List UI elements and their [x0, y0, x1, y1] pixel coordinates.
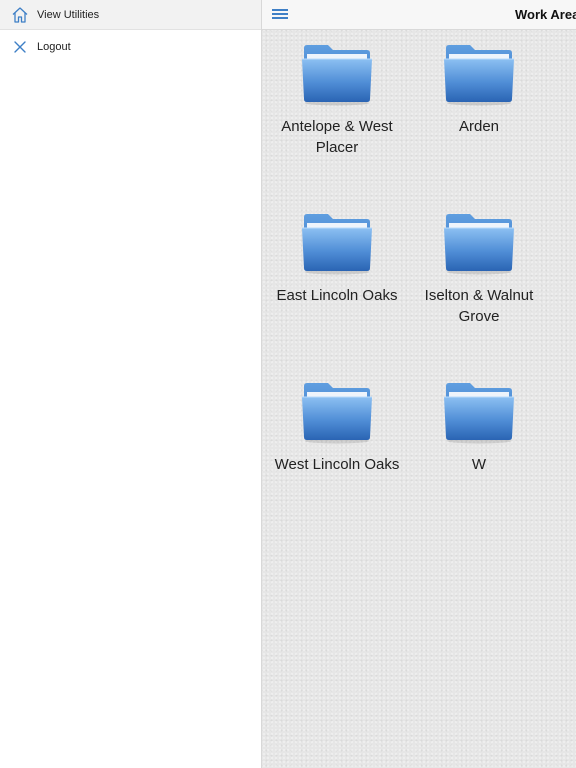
page-title: Work Area — [515, 7, 576, 22]
folder-label: East Lincoln Oaks — [276, 287, 398, 304]
folder-item[interactable]: Antelope & West Placer — [267, 44, 407, 158]
folder-icon — [409, 213, 549, 275]
folder-icon — [409, 44, 549, 106]
work-area-panel: Work Area Antelope & West Placer Arden D Ea… — [262, 0, 576, 768]
app-window: View Utilities Logout Work Area Antelope… — [0, 0, 576, 768]
folder-item[interactable]: Iselton & Walnut Grove — [409, 213, 549, 327]
folder-label: Iselton & Walnut Grove — [424, 287, 534, 325]
folder-item[interactable]: D — [552, 44, 576, 137]
folder-icon — [409, 382, 549, 444]
hamburger-menu-icon[interactable] — [272, 9, 288, 19]
sidebar-item-view-utilities[interactable]: View Utilities — [0, 0, 261, 30]
folder-label: Test Utility — [552, 285, 576, 306]
folder-item[interactable]: Arden — [409, 44, 549, 137]
folder-icon — [552, 213, 576, 275]
folder-item[interactable]: W — [409, 382, 549, 475]
sidebar-item-label: View Utilities — [37, 8, 100, 21]
navigation-bar: Work Area — [262, 0, 576, 30]
close-icon — [10, 37, 30, 57]
folder-icon — [267, 213, 407, 275]
folder-icon — [267, 382, 407, 444]
folder-label: West Lincoln Oaks — [274, 456, 400, 473]
folder-icon — [552, 44, 576, 106]
folder-item[interactable]: East Lincoln Oaks — [267, 213, 407, 306]
folder-icon — [267, 44, 407, 106]
home-icon — [10, 5, 30, 25]
folder-label: W — [471, 456, 487, 473]
folder-label: D — [552, 116, 576, 137]
sidebar-item-logout[interactable]: Logout — [0, 30, 261, 64]
folder-item[interactable]: West Lincoln Oaks — [267, 382, 407, 475]
sidebar-menu: View Utilities Logout — [0, 0, 262, 768]
folder-item[interactable]: Test Utility — [552, 213, 576, 306]
sidebar-item-label: Logout — [37, 41, 71, 53]
folder-label: Arden — [458, 118, 500, 135]
folder-label: Antelope & West Placer — [281, 118, 393, 156]
